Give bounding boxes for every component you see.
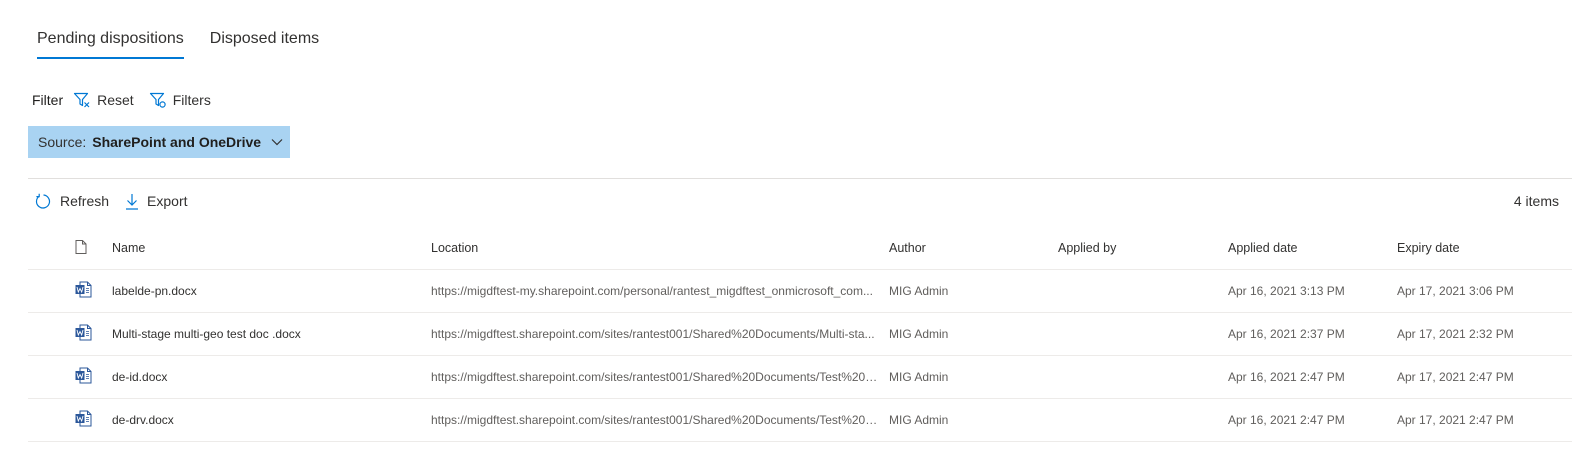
file-icon-cell bbox=[28, 355, 112, 399]
column-header-location[interactable]: Location bbox=[431, 228, 889, 270]
refresh-button[interactable]: Refresh bbox=[35, 193, 109, 210]
filter-clear-icon bbox=[74, 92, 90, 108]
row-applied-by bbox=[1058, 398, 1228, 442]
file-icon-cell bbox=[28, 312, 112, 356]
row-applied-date: Apr 16, 2021 2:37 PM bbox=[1228, 312, 1397, 356]
row-location: https://migdftest-my.sharepoint.com/pers… bbox=[431, 269, 889, 313]
pivot-tabs: Pending dispositions Disposed items bbox=[37, 30, 319, 59]
row-applied-by bbox=[1058, 269, 1228, 313]
file-icon-cell bbox=[28, 269, 112, 313]
table-header-row: Name Location Author Applied by Applied … bbox=[28, 228, 1572, 270]
row-author: MIG Admin bbox=[889, 355, 1058, 399]
table-row[interactable]: Multi-stage multi-geo test doc .docx htt… bbox=[28, 312, 1572, 356]
table-row[interactable]: labelde-pn.docx https://migdftest-my.sha… bbox=[28, 269, 1572, 313]
row-applied-by bbox=[1058, 355, 1228, 399]
table-row[interactable]: de-drv.docx https://migdftest.sharepoint… bbox=[28, 398, 1572, 442]
section-divider bbox=[28, 178, 1572, 179]
download-icon bbox=[126, 193, 139, 210]
filter-label: Filter bbox=[32, 92, 64, 108]
refresh-icon bbox=[35, 193, 51, 209]
export-button[interactable]: Export bbox=[125, 193, 188, 210]
tab-disposed-items[interactable]: Disposed items bbox=[210, 30, 319, 59]
row-author: MIG Admin bbox=[889, 398, 1058, 442]
row-applied-date: Apr 16, 2021 2:47 PM bbox=[1228, 355, 1397, 399]
word-document-icon bbox=[75, 410, 92, 427]
row-expiry-date: Apr 17, 2021 2:47 PM bbox=[1397, 398, 1572, 442]
file-type-header[interactable] bbox=[28, 228, 112, 270]
chevron-down-icon bbox=[271, 139, 283, 146]
item-count: 4 items bbox=[1513, 193, 1559, 209]
file-icon-cell bbox=[28, 398, 112, 442]
word-document-icon bbox=[75, 324, 92, 341]
document-icon bbox=[75, 239, 87, 254]
word-document-icon bbox=[75, 281, 92, 298]
row-expiry-date: Apr 17, 2021 2:47 PM bbox=[1397, 355, 1572, 399]
filters-button[interactable]: Filters bbox=[149, 91, 211, 109]
reset-filter-button[interactable]: Reset bbox=[73, 91, 134, 109]
row-author: MIG Admin bbox=[889, 312, 1058, 356]
column-header-expiry-date[interactable]: Expiry date bbox=[1397, 228, 1572, 270]
filter-bar: Filter Reset Filters bbox=[32, 90, 226, 110]
row-name: de-id.docx bbox=[112, 355, 431, 399]
refresh-label: Refresh bbox=[60, 193, 110, 209]
row-author: MIG Admin bbox=[889, 269, 1058, 313]
row-name: Multi-stage multi-geo test doc .docx bbox=[112, 312, 431, 356]
filter-settings-icon bbox=[149, 92, 166, 108]
source-label: Source: bbox=[38, 134, 87, 150]
row-name: labelde-pn.docx bbox=[112, 269, 431, 313]
word-document-icon bbox=[75, 367, 92, 384]
row-applied-date: Apr 16, 2021 3:13 PM bbox=[1228, 269, 1397, 313]
column-header-name[interactable]: Name bbox=[112, 228, 431, 270]
tab-pending-dispositions[interactable]: Pending dispositions bbox=[37, 30, 184, 59]
table-row[interactable]: de-id.docx https://migdftest.sharepoint.… bbox=[28, 355, 1572, 399]
column-header-author[interactable]: Author bbox=[889, 228, 1058, 270]
row-location: https://migdftest.sharepoint.com/sites/r… bbox=[431, 312, 889, 356]
row-applied-by bbox=[1058, 312, 1228, 356]
source-filter-dropdown[interactable]: Source: SharePoint and OneDrive bbox=[28, 126, 290, 158]
source-value: SharePoint and OneDrive bbox=[92, 134, 262, 150]
row-location: https://migdftest.sharepoint.com/sites/r… bbox=[431, 355, 889, 399]
filters-label: Filters bbox=[172, 92, 211, 108]
reset-label: Reset bbox=[97, 92, 134, 108]
row-expiry-date: Apr 17, 2021 3:06 PM bbox=[1397, 269, 1572, 313]
column-header-applied-date[interactable]: Applied date bbox=[1228, 228, 1397, 270]
row-name: de-drv.docx bbox=[112, 398, 431, 442]
column-header-applied-by[interactable]: Applied by bbox=[1058, 228, 1228, 270]
dispositions-table: Name Location Author Applied by Applied … bbox=[28, 228, 1572, 442]
row-expiry-date: Apr 17, 2021 2:32 PM bbox=[1397, 312, 1572, 356]
export-label: Export bbox=[147, 193, 188, 209]
row-location: https://migdftest.sharepoint.com/sites/r… bbox=[431, 398, 889, 442]
row-applied-date: Apr 16, 2021 2:47 PM bbox=[1228, 398, 1397, 442]
command-bar: Refresh Export bbox=[35, 191, 204, 211]
